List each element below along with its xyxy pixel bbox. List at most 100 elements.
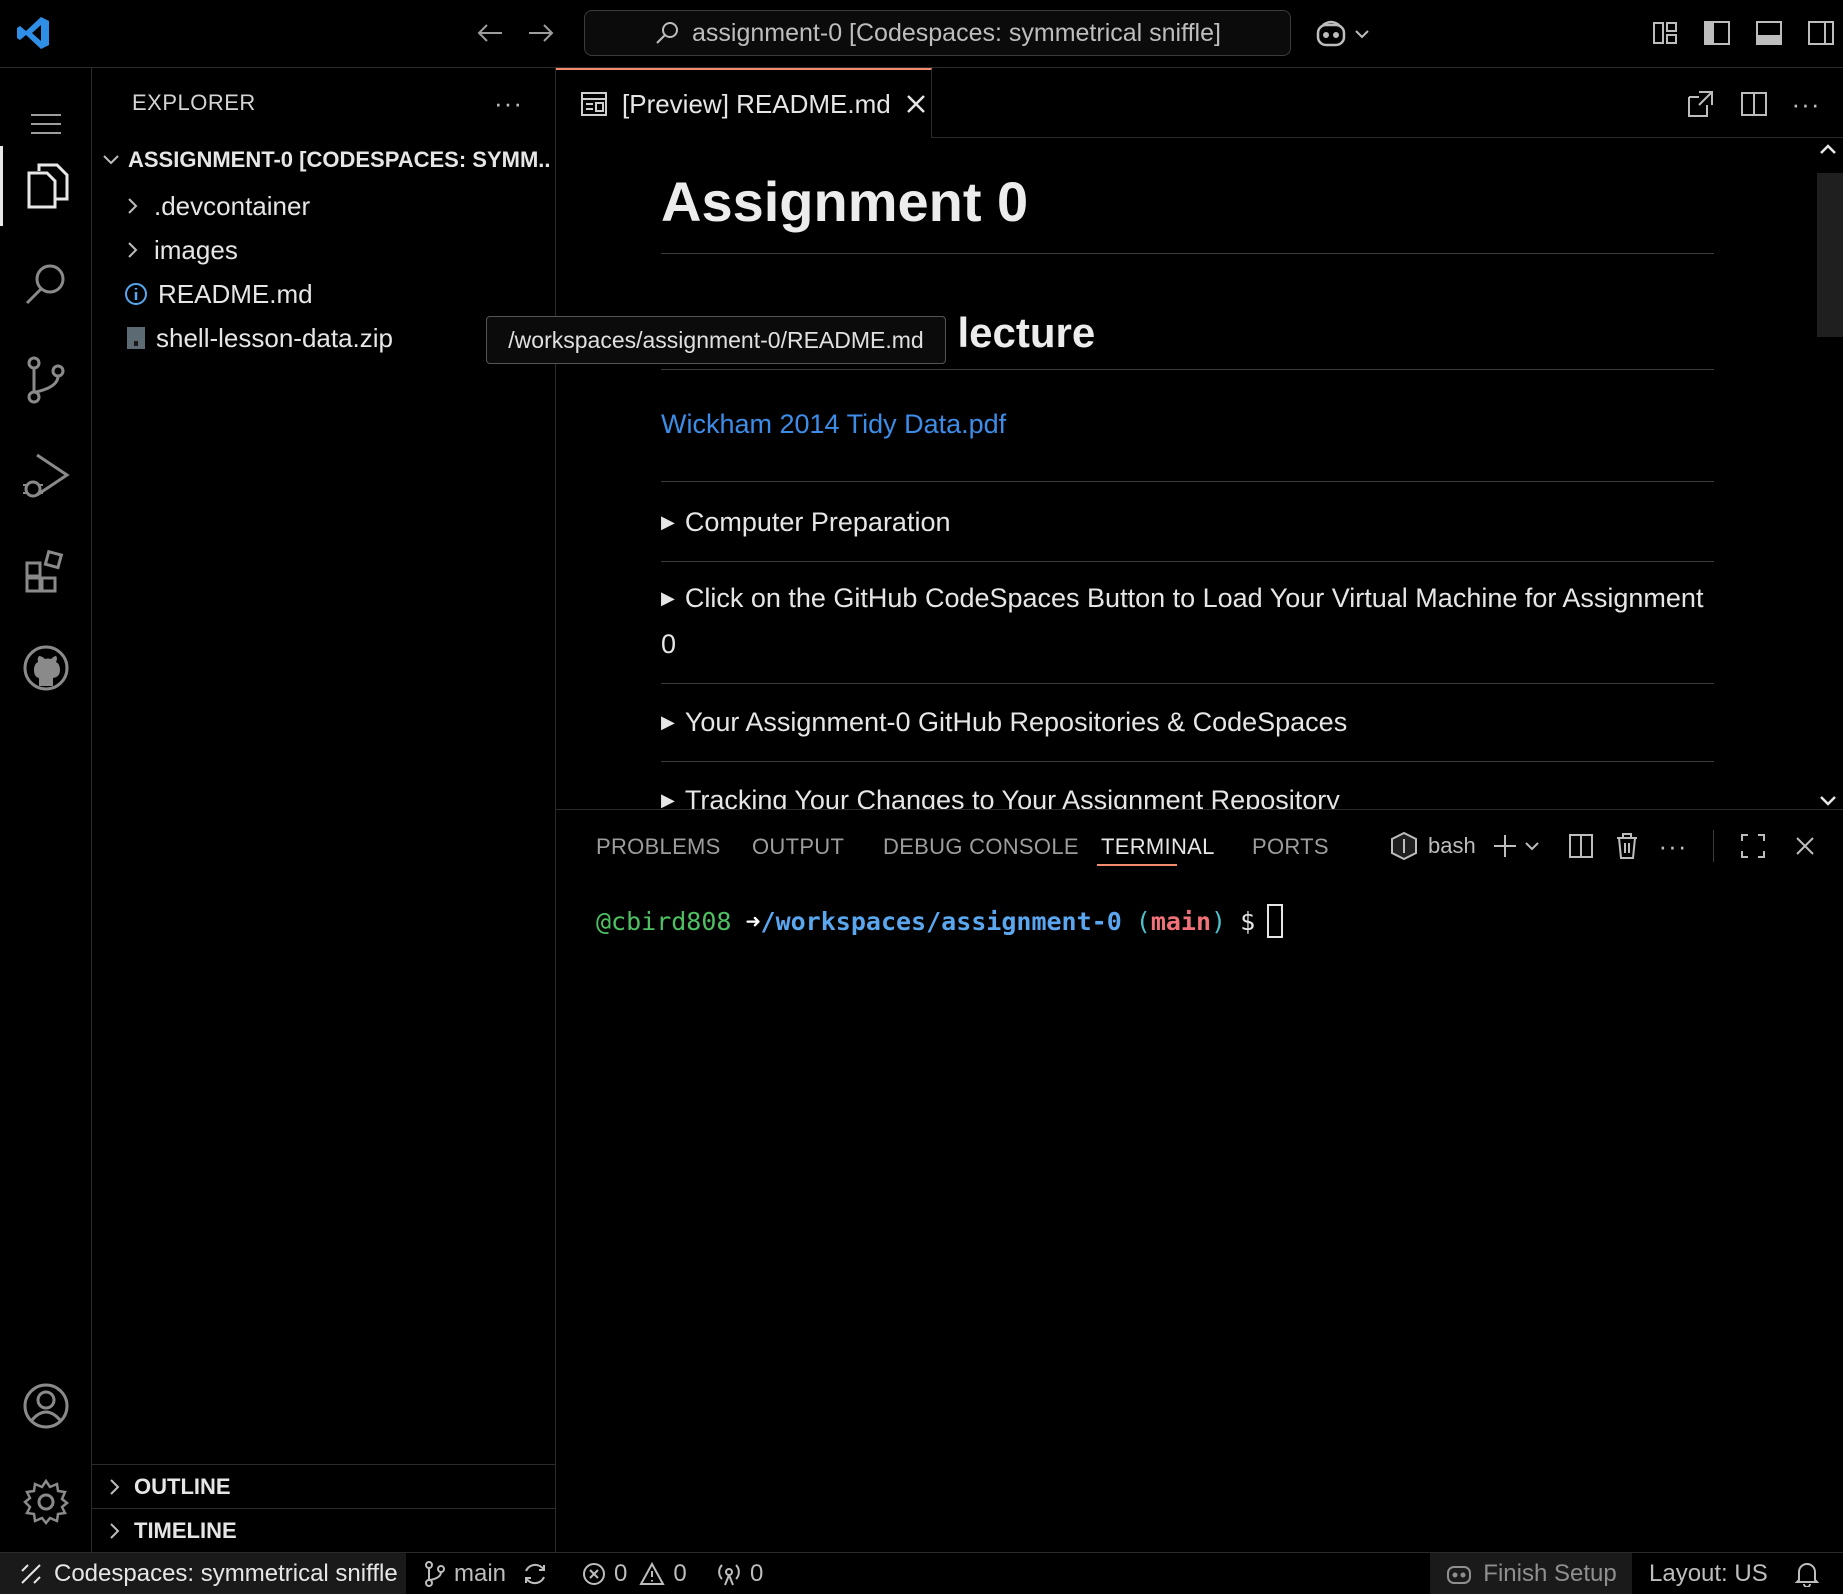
divider [661, 369, 1714, 370]
command-center-label: assignment-0 [Codespaces: symmetrical sn… [692, 18, 1221, 47]
error-count: 0 [614, 1560, 628, 1587]
extensions-icon[interactable] [0, 532, 92, 612]
panel-more-actions-icon[interactable]: ··· [1658, 828, 1688, 864]
sync-icon[interactable] [522, 1553, 548, 1594]
markdown-preview[interactable]: Assignment 0 scussion Next lecture Wickh… [556, 139, 1843, 809]
tab-debug-console[interactable]: DEBUG CONSOLE [883, 834, 1079, 860]
bell-icon[interactable] [1795, 1553, 1819, 1594]
split-terminal-icon[interactable] [1566, 828, 1596, 864]
finish-setup-button[interactable]: Finish Setup [1430, 1553, 1632, 1594]
explorer-more-actions-button[interactable]: ··· [494, 88, 523, 119]
tab-terminal[interactable]: TERMINAL [1101, 834, 1215, 860]
tree-item-readme[interactable]: README.md [124, 273, 313, 315]
activity-bar [0, 68, 92, 1552]
timeline-section-header[interactable]: TIMELINE [92, 1508, 556, 1552]
ports-indicator[interactable]: 0 [716, 1553, 763, 1594]
workspace-folder-header[interactable]: ASSIGNMENT-0 [CODESPACES: SYMM... [102, 140, 552, 180]
scroll-down-icon[interactable] [1819, 795, 1837, 807]
chevron-down-icon[interactable] [1522, 828, 1542, 864]
divider [1713, 830, 1714, 862]
prompt-branch: main [1150, 906, 1212, 936]
details-computer-preparation[interactable]: ▶ Computer Preparation [661, 499, 1714, 545]
chevron-right-icon [122, 195, 144, 217]
new-terminal-icon[interactable] [1490, 828, 1520, 864]
outline-label: OUTLINE [134, 1473, 231, 1499]
details-repositories-codespaces[interactable]: ▶ Your Assignment-0 GitHub Repositories &… [661, 699, 1714, 745]
tab-output[interactable]: OUTPUT [752, 834, 844, 860]
gear-icon[interactable] [0, 1462, 92, 1542]
file-path-tooltip: /workspaces/assignment-0/README.md [486, 316, 946, 364]
disclosure-triangle-icon: ▶ [661, 712, 675, 732]
branch-icon [424, 1561, 446, 1587]
editor-more-actions-icon[interactable]: ··· [1788, 86, 1824, 122]
active-tab-indicator [1097, 864, 1177, 866]
tree-item-devcontainer[interactable]: .devcontainer [122, 185, 310, 227]
details-codespaces-button[interactable]: ▶ Click on the GitHub CodeSpaces Button t… [661, 575, 1714, 667]
details-tracking-changes[interactable]: ▶ Tracking Your Changes to Your Assignmen… [661, 777, 1714, 809]
explorer-title: EXPLORER [132, 90, 256, 115]
explorer-sidebar: EXPLORER ··· ASSIGNMENT-0 [CODESPACES: S… [92, 68, 556, 1552]
customize-layout-icon[interactable] [1648, 16, 1682, 50]
terminal-icon [1390, 831, 1418, 861]
scrollbar-thumb[interactable] [1817, 173, 1843, 337]
command-center-search[interactable]: assignment-0 [Codespaces: symmetrical sn… [584, 10, 1291, 56]
tab-readme-preview[interactable]: [Preview] README.md [556, 68, 932, 138]
remote-icon [20, 1563, 42, 1585]
tab-problems[interactable]: PROBLEMS [596, 834, 721, 860]
trash-icon[interactable] [1612, 828, 1642, 864]
remote-indicator[interactable]: Codespaces: symmetrical sniffle [0, 1553, 406, 1594]
divider [661, 481, 1714, 482]
maximize-panel-icon[interactable] [1738, 828, 1768, 864]
tree-item-label: .devcontainer [154, 190, 311, 221]
divider [661, 253, 1714, 254]
terminal-prompt[interactable]: @cbird808 ➜ /workspaces/assignment-0 ( m… [596, 904, 1284, 938]
disclosure-triangle-icon: ▶ [661, 588, 675, 608]
run-and-debug-icon[interactable] [0, 436, 92, 516]
forward-arrow-icon[interactable] [524, 16, 558, 50]
source-control-icon[interactable] [0, 340, 92, 420]
tree-item-label: shell-lesson-data.zip [156, 322, 394, 353]
title-bar: assignment-0 [Codespaces: symmetrical sn… [0, 0, 1843, 68]
tree-item-zip[interactable]: shell-lesson-data.zip [126, 317, 393, 359]
search-icon[interactable] [0, 244, 92, 324]
prompt-user: @cbird808 [596, 906, 732, 936]
finish-setup-label: Finish Setup [1483, 1560, 1617, 1587]
broadcast-icon [716, 1562, 742, 1586]
close-icon[interactable] [1790, 828, 1820, 864]
scroll-up-icon[interactable] [1819, 143, 1837, 155]
back-arrow-icon[interactable] [473, 16, 507, 50]
tidy-data-link[interactable]: Wickham 2014 Tidy Data.pdf [661, 409, 1006, 440]
toggle-secondary-sidebar-icon[interactable] [1804, 16, 1838, 50]
remote-label: Codespaces: symmetrical sniffle [54, 1560, 398, 1587]
copilot-menu-button[interactable] [1314, 14, 1376, 54]
editor-tab-bar: [Preview] README.md ··· [556, 68, 1843, 138]
close-icon[interactable] [905, 93, 927, 115]
copilot-icon [1445, 1562, 1473, 1586]
branch-label: main [454, 1560, 507, 1587]
tree-item-images[interactable]: images [122, 229, 238, 271]
terminal-cursor [1267, 904, 1284, 938]
toggle-panel-icon[interactable] [1752, 16, 1786, 50]
status-bar: Codespaces: symmetrical sniffle main 0 0… [0, 1552, 1843, 1594]
branch-indicator[interactable]: main [424, 1553, 506, 1594]
problems-indicator[interactable]: 0 0 [582, 1553, 687, 1594]
divider [661, 761, 1714, 762]
disclosure-triangle-icon: ▶ [661, 512, 675, 532]
tab-ports[interactable]: PORTS [1252, 834, 1329, 860]
github-icon[interactable] [0, 628, 92, 708]
tree-item-label: images [154, 234, 238, 265]
divider [661, 561, 1714, 562]
shell-name: bash [1428, 833, 1476, 858]
keyboard-layout-indicator[interactable]: Layout: US [1649, 1553, 1768, 1594]
tree-item-label: README.md [158, 278, 313, 309]
split-editor-icon[interactable] [1736, 86, 1772, 122]
toggle-primary-sidebar-icon[interactable] [1700, 16, 1734, 50]
open-source-icon[interactable] [1682, 86, 1718, 122]
outline-section-header[interactable]: OUTLINE [92, 1464, 556, 1508]
terminal-shell-selector[interactable]: bash [1390, 828, 1476, 864]
prompt-arrow: ➜ [745, 906, 761, 936]
vscode-logo-icon[interactable] [14, 14, 52, 52]
accounts-icon[interactable] [0, 1366, 92, 1446]
ports-count: 0 [750, 1560, 764, 1587]
explorer-icon[interactable] [0, 146, 92, 226]
